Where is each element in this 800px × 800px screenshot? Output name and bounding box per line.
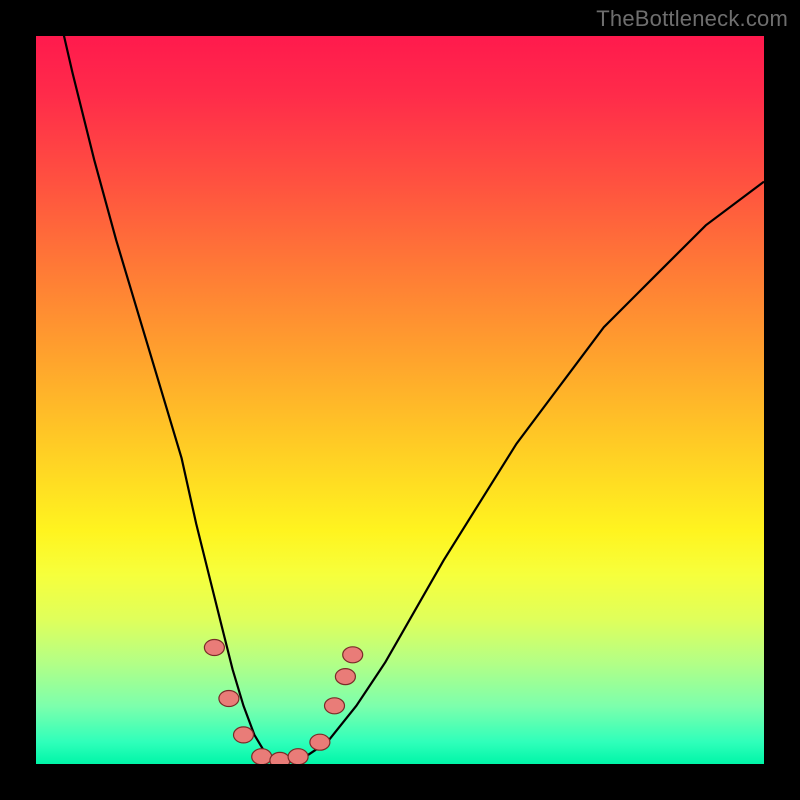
chart-frame: TheBottleneck.com — [0, 0, 800, 800]
data-marker — [219, 691, 239, 707]
watermark-text: TheBottleneck.com — [596, 6, 788, 32]
data-marker — [343, 647, 363, 663]
data-marker — [325, 698, 345, 714]
data-marker — [204, 640, 224, 656]
data-marker — [310, 734, 330, 750]
data-marker — [288, 749, 308, 764]
plot-area — [36, 36, 764, 764]
bottleneck-curve — [36, 36, 764, 764]
data-marker — [335, 669, 355, 685]
data-marker — [252, 749, 272, 764]
data-marker — [234, 727, 254, 743]
data-marker — [270, 752, 290, 764]
